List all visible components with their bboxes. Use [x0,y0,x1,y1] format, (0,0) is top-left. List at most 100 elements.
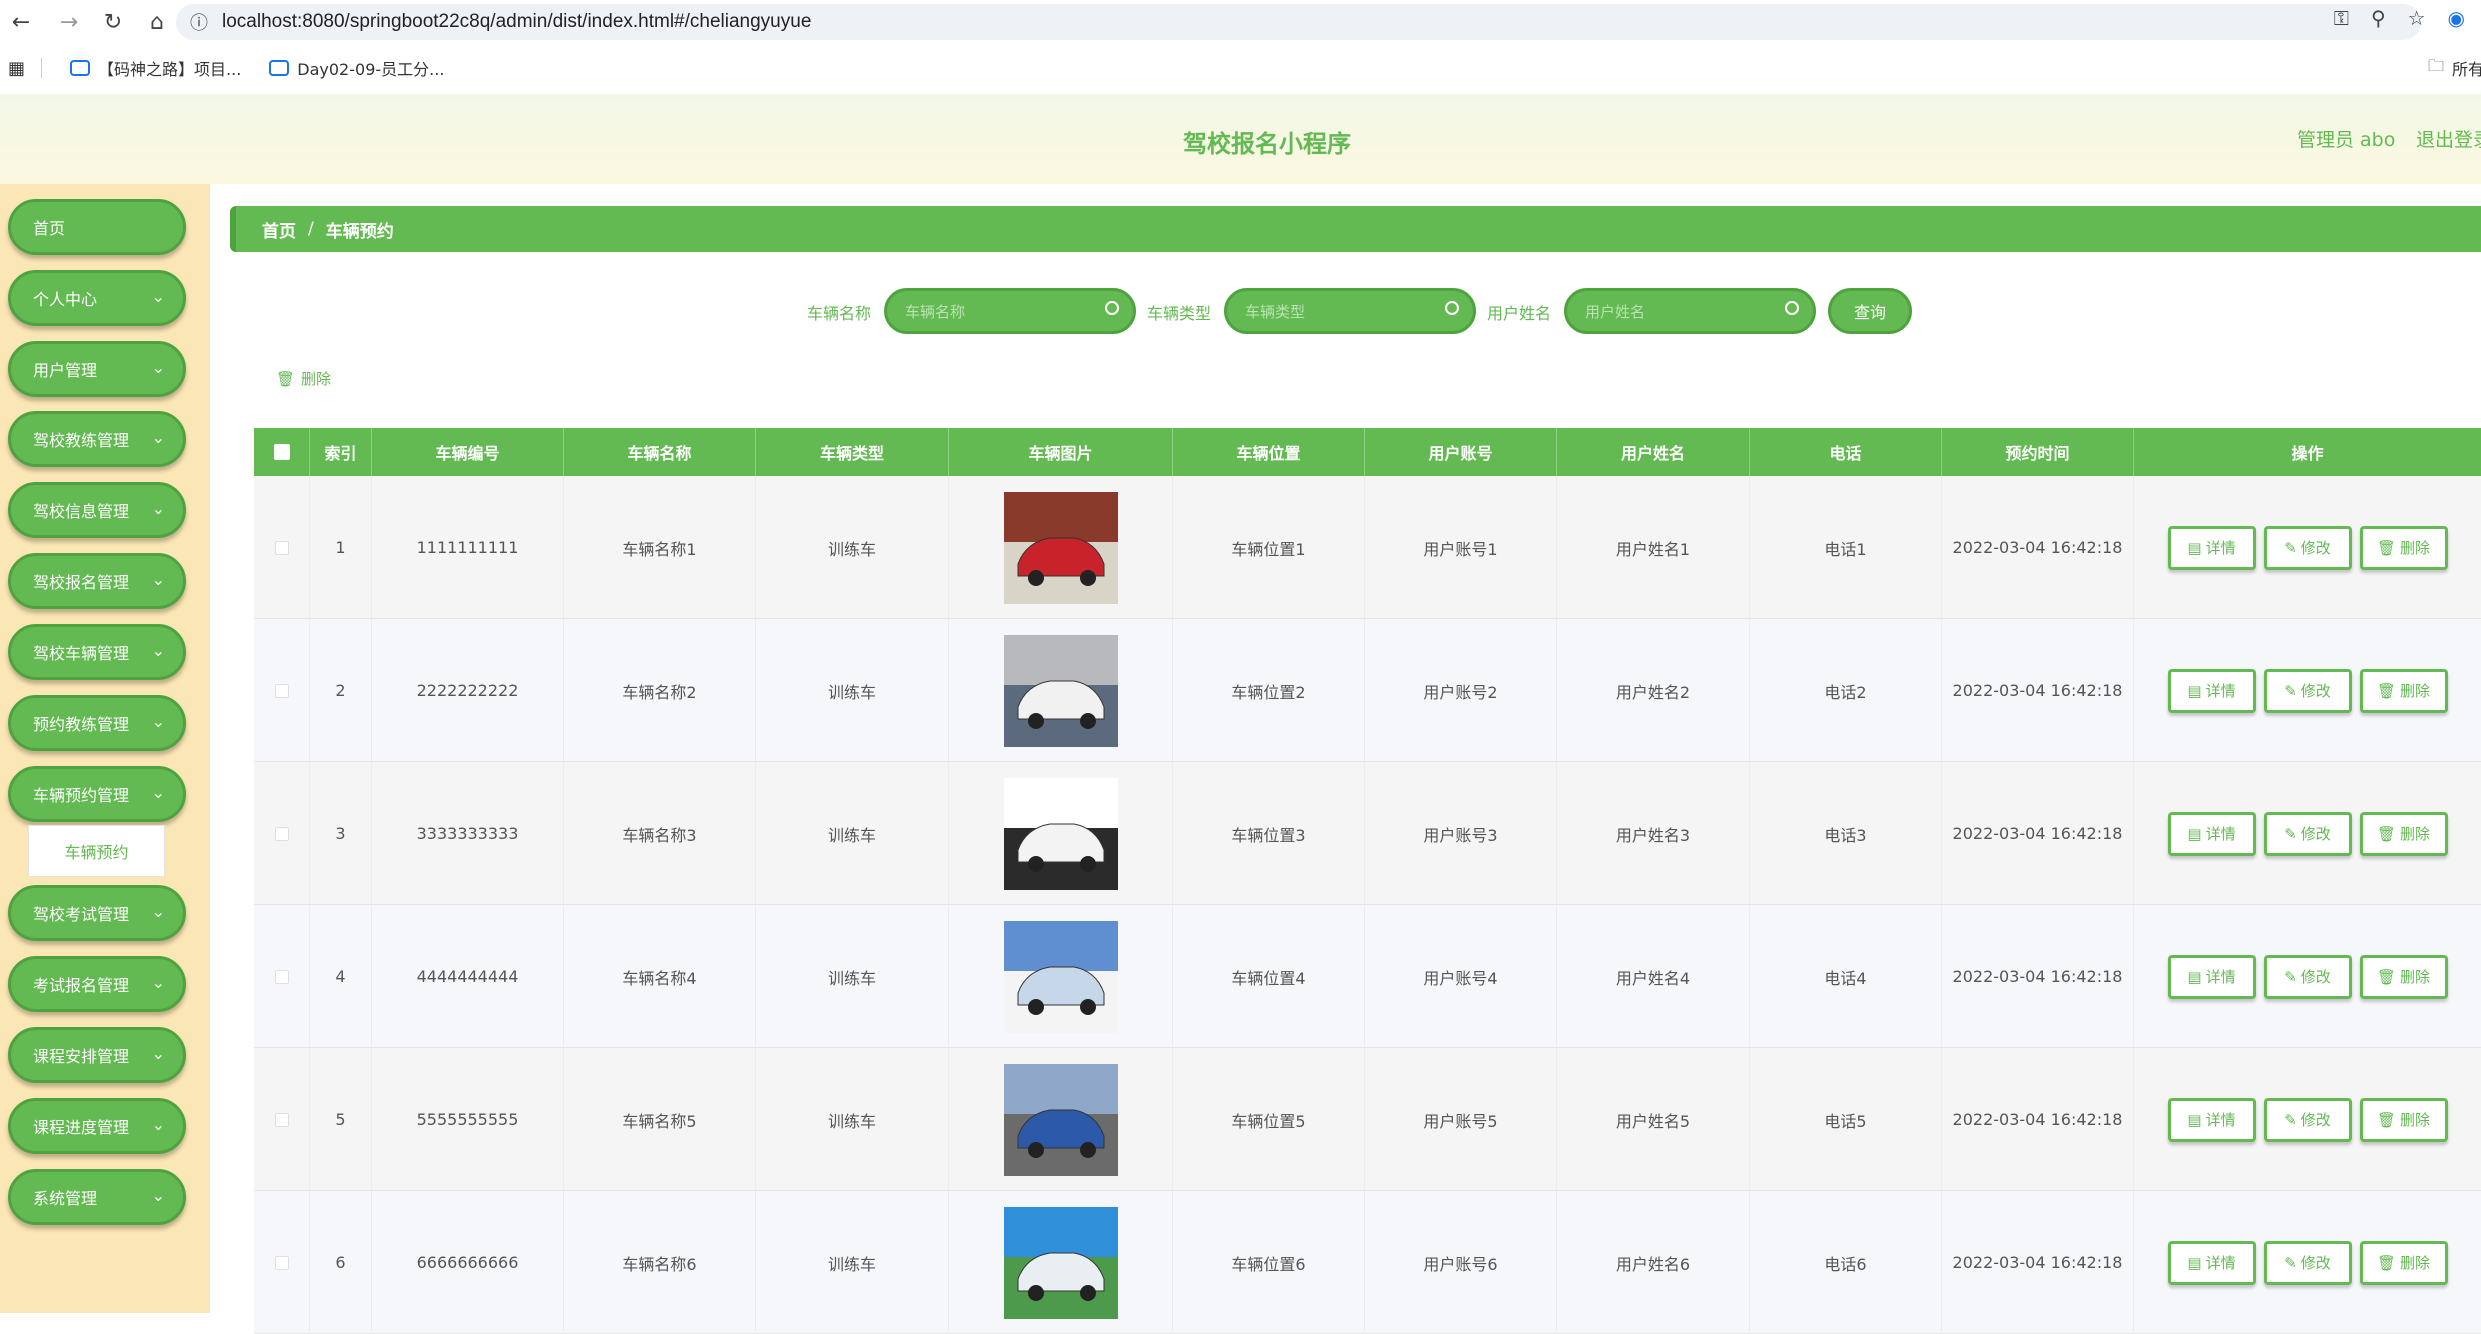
detail-button[interactable]: ▤ 详情 [2167,525,2256,570]
delete-label: 删除 [2400,968,2431,986]
cell-index: 4 [310,905,372,1048]
forward-icon[interactable]: → [54,7,84,37]
detail-button[interactable]: ▤ 详情 [2167,1097,2256,1142]
sidebar-item-users[interactable]: 用户管理 ⌄ [8,341,186,397]
actions-cell: ▤ 详情 ✎ 修改 🗑 删除 [2134,762,2481,905]
apps-grid-icon[interactable]: ▦ [8,58,25,79]
cell-username: 用户姓名5 [1557,1048,1750,1191]
row-checkbox[interactable] [274,826,289,841]
sidebar-item-home[interactable]: 首页 [8,199,186,255]
edit-button[interactable]: ✎ 修改 [2263,811,2352,856]
car-type-input[interactable]: 车辆类型 [1224,288,1476,334]
edit-button[interactable]: ✎ 修改 [2263,525,2352,570]
car-photo[interactable] [1003,491,1118,604]
sidebar-item-label: 课程安排管理 [33,1047,130,1066]
car-photo[interactable] [1003,634,1118,747]
car-photo[interactable] [1003,1063,1118,1176]
row-checkbox[interactable] [274,540,289,555]
all-bookmarks[interactable]: 🗀 所有 [2428,55,2481,82]
site-info-icon[interactable]: ⓘ [190,9,208,35]
edit-label: 修改 [2300,968,2331,986]
pencil-icon: ✎ [2284,1110,2297,1129]
delete-button[interactable]: 🗑 删除 [2359,811,2448,856]
edit-button[interactable]: ✎ 修改 [2263,1240,2352,1285]
bulk-delete-button[interactable]: 🗑 删除 [276,368,331,389]
breadcrumb: 首页 / 车辆预约 [230,206,2481,252]
bulk-delete-label: 删除 [301,370,332,388]
cell-account: 用户账号4 [1365,905,1557,1048]
detail-button[interactable]: ▤ 详情 [2167,1240,2256,1285]
car-photo[interactable] [1003,1206,1118,1319]
back-icon[interactable]: ← [6,7,36,37]
url-text: localhost:8080/springboot22c8q/admin/dis… [222,11,812,32]
chevron-down-icon: ⌄ [151,1044,165,1063]
logout-link[interactable]: 退出登录 [2416,125,2481,152]
home-icon[interactable]: ⌂ [142,7,172,37]
breadcrumb-home[interactable]: 首页 [262,217,296,242]
delete-button[interactable]: 🗑 删除 [2359,1240,2448,1285]
sidebar-item-coaches[interactable]: 驾校教练管理 ⌄ [8,411,186,467]
edit-button[interactable]: ✎ 修改 [2263,954,2352,999]
document-icon: ▤ [2187,824,2202,843]
sidebar-item-exam-enrollment[interactable]: 考试报名管理 ⌄ [8,956,186,1012]
detail-button[interactable]: ▤ 详情 [2167,668,2256,713]
sidebar-item-enrollment[interactable]: 驾校报名管理 ⌄ [8,553,186,609]
detail-button[interactable]: ▤ 详情 [2167,811,2256,856]
cell-code: 3333333333 [372,762,564,905]
car-image-cell [949,762,1173,905]
car-photo[interactable] [1003,777,1118,890]
user-name-input[interactable]: 用户姓名 [1564,288,1816,334]
query-button[interactable]: 查询 [1828,288,1912,334]
delete-button[interactable]: 🗑 删除 [2359,525,2448,570]
delete-button[interactable]: 🗑 删除 [2359,1097,2448,1142]
profile-icon[interactable]: ◉ [2448,6,2465,30]
sidebar-item-vehicle-booking[interactable]: 车辆预约管理 ⌄ [8,766,186,822]
edit-button[interactable]: ✎ 修改 [2263,1097,2352,1142]
row-checkbox[interactable] [274,969,289,984]
reload-icon[interactable]: ↻ [98,7,128,37]
search-icon [1445,301,1459,315]
chevron-down-icon: ⌄ [151,973,165,992]
chevron-down-icon: ⌄ [151,570,165,589]
submenu-item-vehicle-booking[interactable]: 车辆预约 [28,825,165,877]
sidebar-item-vehicles[interactable]: 驾校车辆管理 ⌄ [8,624,186,680]
pencil-icon: ✎ [2284,681,2297,700]
detail-button[interactable]: ▤ 详情 [2167,954,2256,999]
sidebar-item-school-info[interactable]: 驾校信息管理 ⌄ [8,482,186,538]
car-photo[interactable] [1003,920,1118,1033]
delete-button[interactable]: 🗑 删除 [2359,668,2448,713]
row-select-cell [254,619,310,762]
bookmark-item[interactable]: 【码神之路】项目... [70,56,241,80]
sidebar-item-exams[interactable]: 驾校考试管理 ⌄ [8,885,186,941]
bookmark-item[interactable]: Day02-09-员工分... [269,56,444,80]
detail-label: 详情 [2205,825,2236,843]
car-name-input[interactable]: 车辆名称 [884,288,1136,334]
row-checkbox[interactable] [274,1112,289,1127]
detail-label: 详情 [2205,968,2236,986]
bookmark-star-icon[interactable]: ☆ [2408,6,2426,30]
cell-phone: 电话5 [1750,1048,1942,1191]
delete-button[interactable]: 🗑 删除 [2359,954,2448,999]
cell-phone: 电话2 [1750,619,1942,762]
cell-location: 车辆位置3 [1173,762,1365,905]
edit-button[interactable]: ✎ 修改 [2263,668,2352,713]
select-all-checkbox[interactable] [273,444,290,460]
car-image-cell [949,1048,1173,1191]
car-type-label: 车辆类型 [1147,304,1212,323]
password-key-icon[interactable]: ⚿ [2334,6,2349,30]
row-checkbox[interactable] [274,1255,289,1270]
sidebar-item-profile[interactable]: 个人中心 ⌄ [8,270,186,326]
sidebar-item-system[interactable]: 系统管理 ⌄ [8,1169,186,1225]
document-icon: ▤ [2187,1110,2202,1129]
zoom-icon[interactable]: ⚲ [2371,6,2386,30]
bookmark-label: 所有 [2452,60,2481,79]
sidebar-item-course-schedule[interactable]: 课程安排管理 ⌄ [8,1027,186,1083]
trash-icon: 🗑 [2376,824,2397,843]
column-header: 操作 [2291,444,2324,463]
delete-label: 删除 [2400,682,2431,700]
address-bar[interactable]: ⓘ localhost:8080/springboot22c8q/admin/d… [176,4,2421,40]
sidebar-item-coach-booking[interactable]: 预约教练管理 ⌄ [8,695,186,751]
cell-index: 3 [310,762,372,905]
sidebar-item-course-progress[interactable]: 课程进度管理 ⌄ [8,1098,186,1154]
row-checkbox[interactable] [274,683,289,698]
